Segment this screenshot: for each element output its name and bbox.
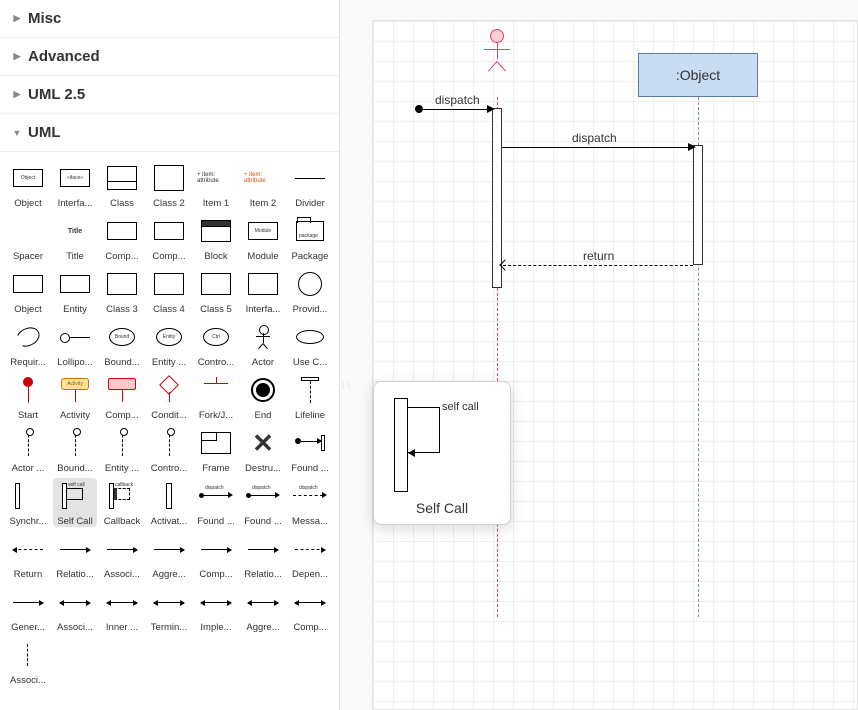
caret-right-icon: ▶ <box>12 14 22 24</box>
shape-sidebar: ▶ Misc ▶ Advanced ▶ UML 2.5 ▼ UML Object… <box>0 0 340 710</box>
shape-destruction[interactable]: ✕Destru... <box>241 425 285 474</box>
shape-found3[interactable]: dispatchFound ... <box>241 478 285 527</box>
shape-interface2[interactable]: Interfa... <box>241 266 285 315</box>
shape-entityobj[interactable]: EntityEntity ... <box>147 319 191 368</box>
shape-return[interactable]: Return <box>6 531 50 580</box>
shape-condition[interactable]: Condit... <box>147 372 191 421</box>
shape-aggregation[interactable]: Aggre... <box>147 531 191 580</box>
shape-boundary[interactable]: BoundBound... <box>100 319 144 368</box>
tooltip-caption: Self Call <box>382 500 502 516</box>
diagram-canvas[interactable]: :Object dispatch dispatch return <box>372 20 858 710</box>
shape-found2[interactable]: dispatchFound ... <box>194 478 238 527</box>
shape-spacer[interactable]: Spacer <box>6 213 50 262</box>
shape-provided[interactable]: Provid... <box>288 266 332 315</box>
shape-activity[interactable]: ActivityActivity <box>53 372 97 421</box>
caret-down-icon: ▼ <box>12 128 22 138</box>
shape-title[interactable]: TitleTitle <box>53 213 97 262</box>
shape-class5[interactable]: Class 5 <box>194 266 238 315</box>
shape-synchronous[interactable]: Synchr... <box>6 478 50 527</box>
section-uml25-label: UML 2.5 <box>28 86 85 103</box>
shape-item1[interactable]: + item: attributeItem 1 <box>194 160 238 209</box>
shape-found[interactable]: Found ... <box>288 425 332 474</box>
shape-association[interactable]: Associ... <box>100 531 144 580</box>
sidebar-splitter[interactable] <box>340 370 350 400</box>
section-advanced[interactable]: ▶ Advanced <box>0 38 339 76</box>
shape-class4[interactable]: Class 4 <box>147 266 191 315</box>
section-misc-label: Misc <box>28 10 61 27</box>
shape-object2[interactable]: Object <box>6 266 50 315</box>
shape-self-call[interactable]: self callSelf Call <box>53 478 97 527</box>
shape-association3[interactable]: Associ... <box>6 637 50 686</box>
shape-frame[interactable]: Frame <box>194 425 238 474</box>
shape-activation[interactable]: Activat... <box>147 478 191 527</box>
section-uml25[interactable]: ▶ UML 2.5 <box>0 76 339 114</box>
shape-implementation[interactable]: Imple... <box>194 584 238 633</box>
shape-package[interactable]: packagePackage <box>288 213 332 262</box>
destruction-icon: ✕ <box>252 430 274 456</box>
section-uml-label: UML <box>28 124 61 141</box>
tooltip-preview-label: self call <box>442 401 479 413</box>
shape-callback[interactable]: callbackCallback <box>100 478 144 527</box>
shape-block[interactable]: Block <box>194 213 238 262</box>
shape-message[interactable]: dispatchMessa... <box>288 478 332 527</box>
shape-entity[interactable]: Entity <box>53 266 97 315</box>
section-advanced-label: Advanced <box>28 48 100 65</box>
actor-icon[interactable] <box>483 29 511 73</box>
caret-right-icon: ▶ <box>12 52 22 62</box>
shape-entity-lifeline[interactable]: Entity ... <box>100 425 144 474</box>
message-return-label: return <box>583 249 614 263</box>
activation-bar-object[interactable] <box>693 145 703 265</box>
shape-inner[interactable]: Inner ... <box>100 584 144 633</box>
shape-component2[interactable]: Comp... <box>147 213 191 262</box>
shape-composition2[interactable]: Comp... <box>288 584 332 633</box>
shape-aggregation2[interactable]: Aggre... <box>241 584 285 633</box>
shape-end[interactable]: End <box>241 372 285 421</box>
shape-composition[interactable]: Comp... <box>194 531 238 580</box>
shape-grid: ObjectObject «iface»Interfa... Class Cla… <box>0 152 339 706</box>
shape-item2[interactable]: + item: attributeItem 2 <box>241 160 285 209</box>
canvas-area: :Object dispatch dispatch return <box>340 0 858 710</box>
object-box[interactable]: :Object <box>638 53 758 97</box>
shape-class3[interactable]: Class 3 <box>100 266 144 315</box>
message-dispatch2-label: dispatch <box>572 131 617 145</box>
shape-object[interactable]: ObjectObject <box>6 160 50 209</box>
shape-actor-lifeline[interactable]: Actor ... <box>6 425 50 474</box>
shape-composite[interactable]: Comp... <box>100 372 144 421</box>
shape-usecase[interactable]: Use C... <box>288 319 332 368</box>
shape-relation[interactable]: Relatio... <box>53 531 97 580</box>
shape-association2[interactable]: Associ... <box>53 584 97 633</box>
shape-forkjoin[interactable]: Fork/J... <box>194 372 238 421</box>
shape-tooltip: self call Self Call <box>373 381 511 525</box>
shape-interface[interactable]: «iface»Interfa... <box>53 160 97 209</box>
shape-lifeline[interactable]: Lifeline <box>288 372 332 421</box>
object-label: :Object <box>676 67 720 83</box>
shape-component[interactable]: Comp... <box>100 213 144 262</box>
caret-right-icon: ▶ <box>12 90 22 100</box>
shape-control[interactable]: CtrlContro... <box>194 319 238 368</box>
shape-start[interactable]: Start <box>6 372 50 421</box>
section-misc[interactable]: ▶ Misc <box>0 0 339 38</box>
message-dispatch1-label: dispatch <box>435 93 480 107</box>
shape-lollipop[interactable]: Lollipo... <box>53 319 97 368</box>
tooltip-preview: self call <box>382 392 502 492</box>
shape-module[interactable]: ModuleModule <box>241 213 285 262</box>
shape-dependency[interactable]: Depen... <box>288 531 332 580</box>
shape-actor[interactable]: Actor <box>241 319 285 368</box>
shape-divider[interactable]: Divider <box>288 160 332 209</box>
shape-control-lifeline[interactable]: Contro... <box>147 425 191 474</box>
shape-required[interactable]: Requir... <box>6 319 50 368</box>
shape-class2[interactable]: Class 2 <box>147 160 191 209</box>
shape-terminate[interactable]: Termin... <box>147 584 191 633</box>
section-uml[interactable]: ▼ UML <box>0 114 339 152</box>
shape-class[interactable]: Class <box>100 160 144 209</box>
shape-generalization[interactable]: Gener... <box>6 584 50 633</box>
shape-boundary-lifeline[interactable]: Bound... <box>53 425 97 474</box>
activation-bar-actor[interactable] <box>492 108 502 288</box>
shape-relation2[interactable]: Relatio... <box>241 531 285 580</box>
